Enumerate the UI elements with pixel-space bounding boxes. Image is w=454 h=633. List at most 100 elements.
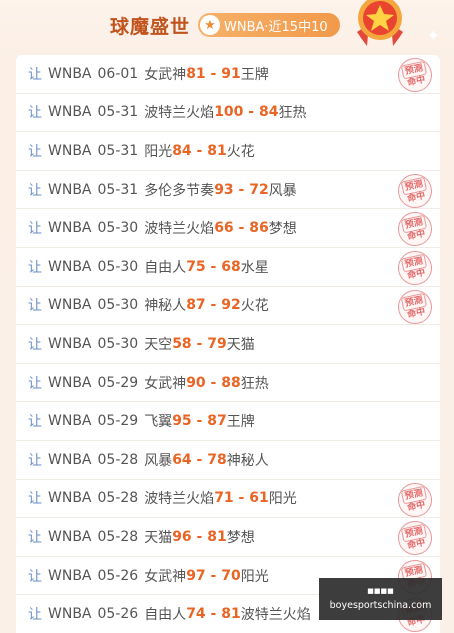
match-date: 05-30: [97, 220, 139, 237]
away-team: 风暴: [268, 182, 297, 199]
match-date: 05-30: [97, 335, 139, 352]
home-score: 58: [172, 335, 192, 352]
league-name: WNBA: [48, 335, 92, 352]
home-team: 飞翼: [144, 414, 173, 431]
list-item[interactable]: 让 WNBA 05-30 波特兰火焰 66 - 86 梦想 预测 命中: [16, 209, 440, 250]
home-team: 自由人: [144, 259, 187, 276]
score-separator: -: [205, 606, 222, 623]
away-score: 79: [207, 335, 227, 352]
score-separator: -: [191, 335, 208, 352]
league-name: WNBA: [48, 528, 92, 545]
handicap-label: 让: [28, 259, 42, 276]
score-separator: -: [191, 413, 208, 430]
stamp-label-bottom: 命中: [406, 268, 427, 282]
league-name: WNBA: [48, 490, 92, 507]
home-score: 81: [186, 65, 206, 82]
home-score: 97: [186, 567, 206, 584]
home-team: 天猫: [144, 529, 173, 546]
home-team: 女武神: [144, 568, 187, 585]
home-score: 90: [186, 374, 206, 391]
away-score: 87: [207, 413, 227, 430]
league-name: WNBA: [48, 181, 92, 198]
list-item[interactable]: 让 WNBA 05-28 风暴 64 - 78 神秘人: [16, 440, 440, 480]
handicap-label: 让: [28, 105, 42, 122]
record-badge-label: WNBA·近15中10: [224, 19, 328, 35]
score-separator: -: [205, 567, 222, 584]
home-team: 女武神: [144, 375, 187, 392]
prediction-hit-stamp: 预测命中: [394, 209, 436, 250]
home-team: 神秘人: [144, 298, 187, 315]
handicap-label: 让: [28, 143, 42, 160]
score-separator: -: [205, 297, 222, 314]
league-name: WNBA: [48, 65, 92, 82]
match-date: 05-30: [97, 258, 139, 275]
list-item[interactable]: 让 WNBA 06-01 女武神 81 - 91 王牌 预测 命中: [16, 54, 440, 96]
list-item[interactable]: 让 WNBA 05-30 神秘人 87 - 92 火花 预测 命中: [16, 286, 440, 327]
card-header: 球魔盛世 ★ WNBA·近15中10 ✦: [0, 0, 454, 52]
match-date: 05-31: [97, 181, 139, 198]
list-item[interactable]: 让 WNBA 05-30 自由人 75 - 68 水星 预测 命中: [16, 247, 440, 289]
expert-name: 球魔盛世: [110, 16, 191, 38]
home-team: 风暴: [144, 452, 173, 469]
prediction-hit-stamp: 预测命中: [394, 517, 436, 559]
away-score: 72: [249, 181, 269, 198]
home-score: 95: [172, 413, 192, 430]
list-item[interactable]: 让 WNBA 05-30 天空 58 - 79 天猫: [16, 325, 440, 364]
list-item[interactable]: 让 WNBA 05-28 波特兰火焰 71 - 61 阳光 预测 命中: [16, 479, 440, 520]
away-score: 81: [207, 142, 227, 159]
away-team: 狂热: [278, 105, 307, 122]
home-score: 75: [186, 258, 206, 275]
away-team: 天猫: [226, 336, 255, 353]
handicap-label: 让: [28, 298, 42, 315]
handicap-label: 让: [28, 607, 42, 624]
watermark-top: ■■■■: [367, 587, 394, 595]
handicap-label: 让: [28, 336, 42, 353]
score-separator: -: [233, 220, 250, 237]
handicap-label: 让: [28, 568, 42, 585]
handicap-label: 让: [28, 182, 42, 199]
list-item[interactable]: 让 WNBA 05-31 阳光 84 - 81 火花: [16, 132, 440, 171]
record-badge: ★ WNBA·近15中10: [198, 13, 340, 37]
prediction-list: 让 WNBA 06-01 女武神 81 - 91 王牌 预测 命中 让 WNBA …: [16, 54, 440, 633]
list-item[interactable]: 让 WNBA 05-28 天猫 96 - 81 梦想 预测 命中: [16, 517, 440, 559]
away-score: 84: [258, 104, 279, 121]
handicap-label: 让: [28, 66, 42, 83]
home-score: 93: [214, 181, 234, 198]
home-score: 84: [172, 142, 192, 159]
away-team: 火花: [240, 298, 269, 315]
away-team: 波特兰火焰: [240, 607, 311, 624]
league-name: WNBA: [48, 413, 92, 430]
prediction-hit-stamp: 预测命中: [394, 286, 436, 327]
away-score: 91: [221, 65, 241, 82]
watermark-url: boyesportschina.com: [329, 600, 432, 611]
match-date: 05-28: [97, 528, 139, 545]
list-item[interactable]: 让 WNBA 05-29 女武神 90 - 88 狂热: [16, 363, 440, 403]
watermark: ■■■■ boyesportschina.com: [319, 578, 442, 620]
list-item[interactable]: 让 WNBA 05-29 飞翼 95 - 87 王牌: [16, 402, 440, 441]
medal-icon: [357, 0, 403, 46]
handicap-label: 让: [28, 452, 42, 469]
away-score: 68: [221, 258, 241, 275]
match-date: 05-31: [97, 104, 139, 121]
home-team: 波特兰火焰: [144, 105, 215, 122]
match-date: 05-31: [97, 142, 139, 159]
sparkle-icon: ✦: [426, 26, 440, 45]
score-separator: -: [233, 181, 250, 198]
prediction-card: 球魔盛世 ★ WNBA·近15中10 ✦ 让 WNBA 06-01 女武神 81…: [0, 0, 454, 633]
prediction-hit-stamp: 预测命中: [394, 54, 436, 96]
list-item[interactable]: 让 WNBA 05-31 波特兰火焰 100 - 84 狂热: [16, 93, 440, 133]
away-team: 王牌: [240, 66, 269, 83]
match-date: 05-28: [97, 451, 139, 468]
league-name: WNBA: [48, 374, 92, 391]
home-team: 阳光: [144, 143, 173, 160]
away-team: 阳光: [268, 491, 297, 508]
score-separator: -: [191, 142, 208, 159]
away-score: 92: [221, 297, 241, 314]
match-date: 05-28: [97, 490, 139, 507]
away-team: 火花: [226, 143, 255, 160]
handicap-label: 让: [28, 375, 42, 392]
score-separator: -: [233, 490, 250, 507]
list-item[interactable]: 让 WNBA 05-31 多伦多节奏 93 - 72 风暴 预测 命中: [16, 170, 440, 211]
away-score: 61: [249, 490, 269, 507]
stamp-label-bottom: 命中: [406, 229, 427, 243]
